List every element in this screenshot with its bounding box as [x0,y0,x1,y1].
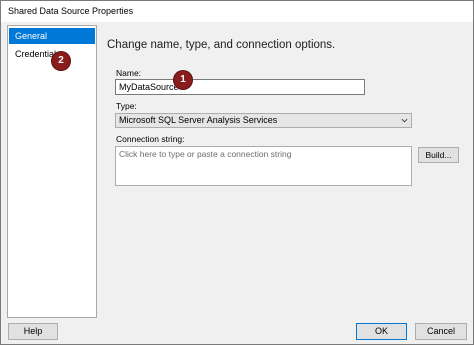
chevron-down-icon [401,118,408,123]
ok-button[interactable]: OK [356,323,407,340]
page-heading: Change name, type, and connection option… [107,39,336,51]
connection-string-label: Connection string: [116,134,185,144]
help-button[interactable]: Help [8,323,58,340]
connection-string-field[interactable]: Click here to type or paste a connection… [115,146,412,186]
dialog-window: Shared Data Source Properties General Cr… [0,0,474,345]
title-bar: Shared Data Source Properties [1,1,473,22]
nav-item-general[interactable]: General [9,28,95,44]
window-title: Shared Data Source Properties [8,6,134,16]
cancel-button[interactable]: Cancel [415,323,467,340]
name-field[interactable]: MyDataSource [115,79,365,95]
build-button[interactable]: Build... [418,147,459,163]
page-nav: General Credentials [7,25,97,318]
type-select-value: Microsoft SQL Server Analysis Services [119,115,278,125]
type-label: Type: [116,101,137,111]
callout-badge-2: 2 [52,52,70,70]
type-select[interactable]: Microsoft SQL Server Analysis Services [115,113,412,128]
callout-badge-1: 1 [174,71,192,89]
name-label: Name: [116,68,142,78]
